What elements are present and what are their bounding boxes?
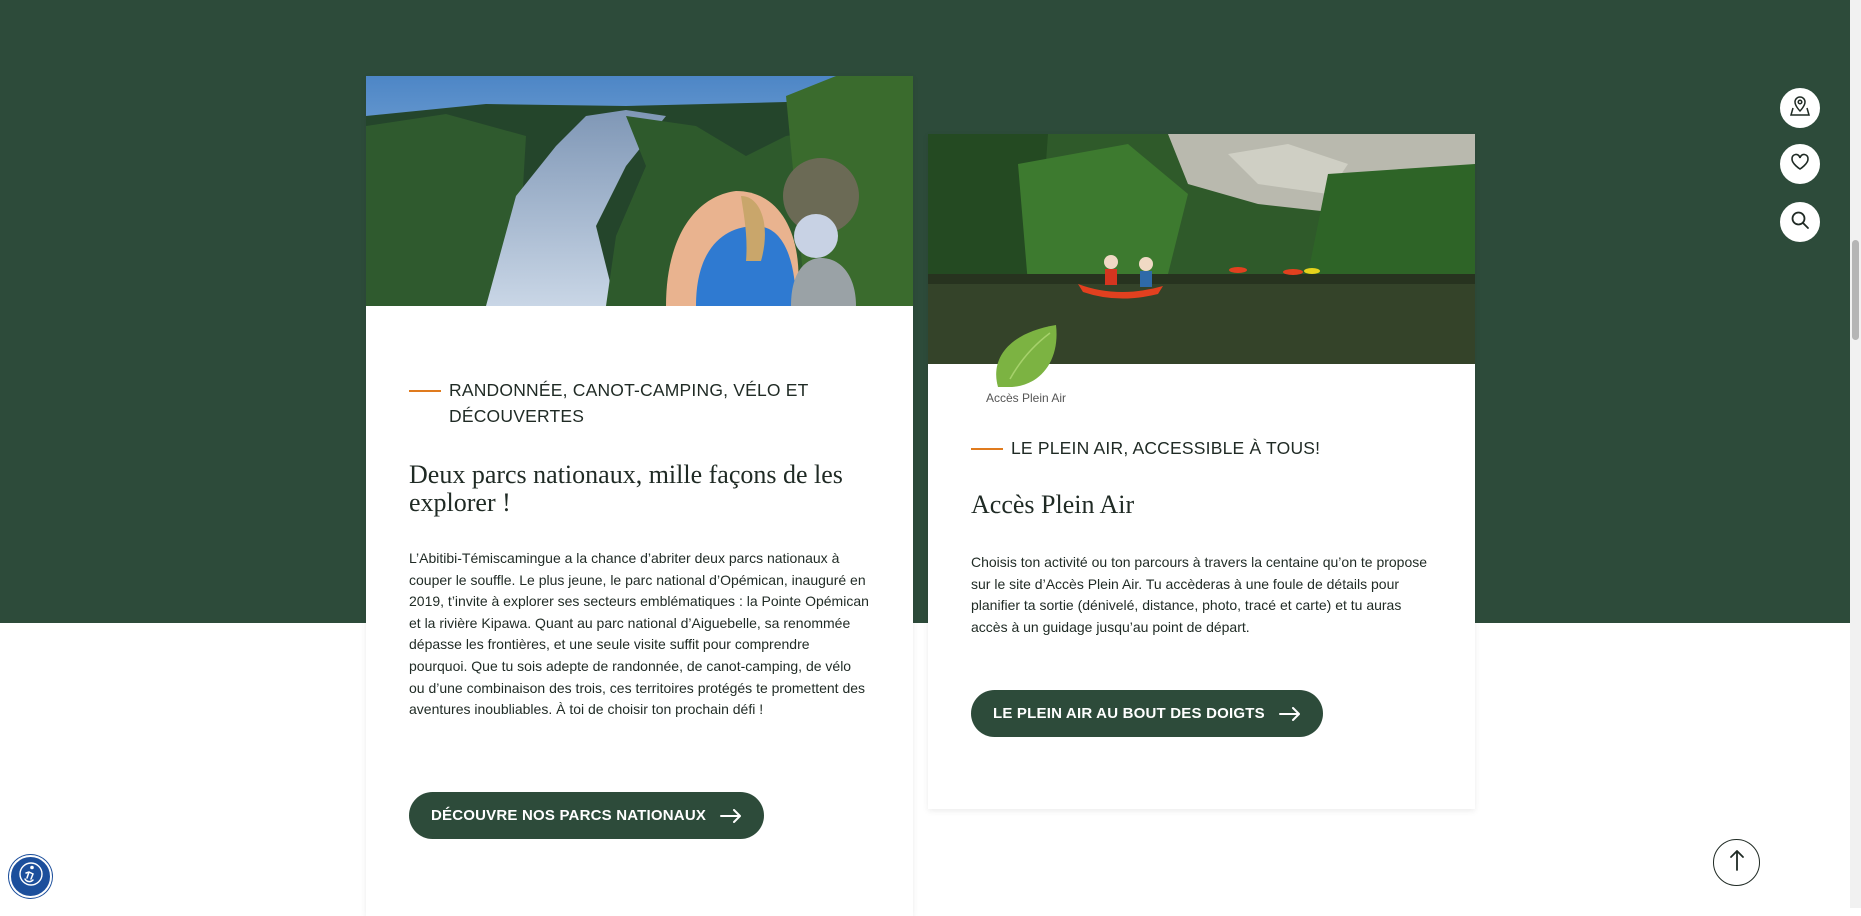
parks-card: RANDONNÉE, CANOT-CAMPING, VÉLO ET DÉCOUV… — [366, 76, 913, 916]
map-pin-icon — [1789, 95, 1811, 122]
discover-parks-button[interactable]: DÉCOUVRE NOS PARCS NATIONAUX — [409, 792, 765, 839]
back-to-top-button[interactable] — [1713, 839, 1760, 886]
arrow-right-icon — [720, 808, 742, 823]
search-icon — [1790, 210, 1810, 235]
leaf-logo — [990, 319, 1062, 396]
arrow-up-icon — [1729, 849, 1745, 876]
search-button[interactable] — [1778, 200, 1822, 244]
plein-air-eyebrow: LE PLEIN AIR, ACCESSIBLE À TOUS! — [971, 435, 1411, 461]
heart-icon — [1790, 153, 1810, 176]
accessibility-icon — [18, 861, 44, 892]
green-background-band — [0, 0, 1850, 623]
plein-air-card: Accès Plein Air LE PLEIN AIR, ACCESSIBLE… — [928, 134, 1475, 809]
page-scrollbar[interactable] — [1850, 0, 1861, 908]
parks-description: L’Abitibi-Témiscamingue a la chance d’ab… — [409, 550, 869, 718]
parks-title: Deux parcs nationaux, mille façons de le… — [409, 460, 843, 517]
eyebrow-accent-line — [971, 448, 1003, 450]
plein-air-eyebrow-text: LE PLEIN AIR, ACCESSIBLE À TOUS! — [1011, 438, 1321, 458]
plein-air-button-label: LE PLEIN AIR AU BOUT DES DOIGTS — [993, 705, 1265, 722]
plein-air-description: Choisis ton activité ou ton parcours à t… — [971, 554, 1428, 635]
favorites-button[interactable] — [1778, 142, 1822, 186]
map-button[interactable] — [1778, 86, 1822, 130]
plein-air-button[interactable]: LE PLEIN AIR AU BOUT DES DOIGTS — [971, 690, 1323, 737]
parks-eyebrow: RANDONNÉE, CANOT-CAMPING, VÉLO ET DÉCOUV… — [409, 377, 829, 429]
accessibility-button[interactable] — [9, 855, 52, 898]
parks-photo — [366, 76, 913, 306]
discover-parks-label: DÉCOUVRE NOS PARCS NATIONAUX — [431, 807, 707, 824]
plein-air-title: Accès Plein Air — [971, 490, 1135, 519]
plein-air-logo-label: Accès Plein Air — [986, 391, 1067, 405]
scrollbar-thumb[interactable] — [1852, 240, 1859, 340]
parks-eyebrow-text: RANDONNÉE, CANOT-CAMPING, VÉLO ET DÉCOUV… — [449, 380, 809, 426]
eyebrow-accent-line — [409, 390, 441, 392]
arrow-right-icon — [1278, 706, 1301, 721]
